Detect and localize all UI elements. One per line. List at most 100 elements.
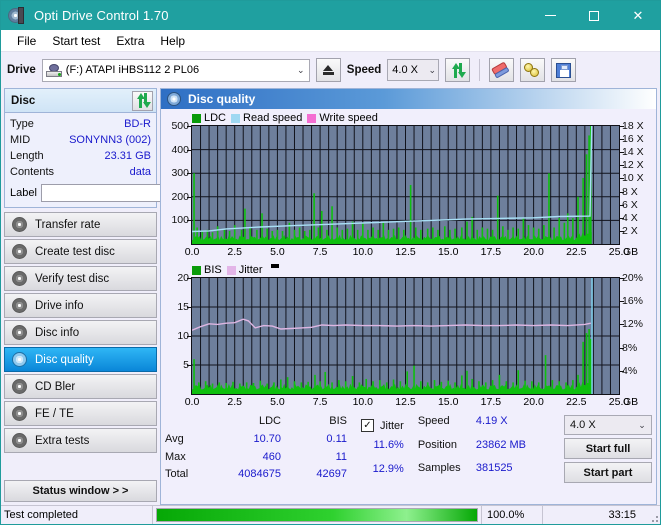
y2-tick-label: 4 X [622, 211, 638, 224]
disc-row-length: Length 23.31 GB [10, 149, 151, 164]
x-tick-label: 22.5 [566, 396, 587, 408]
y2-tick-mark [620, 204, 624, 206]
close-button[interactable]: ✕ [616, 1, 660, 30]
panel-header: Disc quality [161, 89, 656, 109]
toolbar-speed-select[interactable]: 4.0 X ⌄ [387, 59, 440, 81]
y2-tick-mark [620, 191, 624, 193]
disc-row-key: MID [10, 134, 31, 146]
eject-button[interactable] [315, 58, 341, 82]
y2-tick-label: 10 X [622, 172, 644, 185]
menu-item-help[interactable]: Help [152, 32, 193, 50]
eraser-icon [491, 60, 513, 81]
test-speed-select[interactable]: 4.0 X ⌄ [564, 415, 652, 435]
stats-row-header-total: Total [165, 468, 189, 481]
bis-plot-area[interactable] [191, 277, 620, 395]
ldc-plot-area[interactable] [191, 125, 620, 245]
sidebar-item-verify-test-disc[interactable]: Verify test disc [4, 266, 157, 291]
disc-row-value: BD-R [124, 118, 151, 130]
sidebar-item-fe-te[interactable]: FE / TE [4, 401, 157, 426]
x-tick-label: 10.0 [352, 246, 374, 258]
legend-item-bis: BIS [192, 264, 222, 276]
drive-select[interactable]: (F:) ATAPI iHBS112 2 PL06 ⌄ [41, 58, 310, 82]
save-button[interactable] [551, 58, 577, 82]
legend-marker-icon [270, 264, 279, 268]
test-controls: 4.0 X ⌄ Start full Start part [564, 415, 652, 483]
y2-tick-mark [620, 370, 624, 372]
sidebar-item-disc-info[interactable]: Disc info [4, 320, 157, 345]
legend-swatch-write-speed [307, 113, 317, 123]
statistics-panel: LDC BIS Avg 10.70 0.11 Max 460 11 Total … [161, 410, 656, 485]
sidebar-item-cd-bler[interactable]: CD Bler [4, 374, 157, 399]
position-stat-value: 23862 MB [475, 438, 526, 451]
refresh-button[interactable] [445, 58, 471, 82]
disc-icon [12, 217, 27, 232]
page-title: Disc quality [188, 92, 256, 106]
resize-grip[interactable] [648, 506, 660, 524]
disc-row-mid: MID SONYNN3 (002) [10, 133, 151, 148]
jitter-checkbox[interactable]: ✓ [361, 419, 374, 433]
y2-tick-label: 12% [622, 318, 644, 331]
x-tick-label: 25.0 [608, 246, 630, 258]
stats-ldc-total: 4084675 [238, 468, 281, 481]
toolbar-speed-value: 4.0 X [392, 64, 418, 76]
erase-button[interactable] [489, 58, 515, 82]
menu-item-file[interactable]: File [9, 32, 44, 50]
sidebar-item-drive-info[interactable]: Drive info [4, 293, 157, 318]
y2-tick-mark [620, 301, 624, 303]
stats-row-header-max: Max [165, 450, 186, 463]
ldc-x-axis: 0.0 2.5 5.0 7.5 10.0 12.5 15.0 17.5 20.0 22.5 25.0… [164, 245, 653, 260]
maximize-button[interactable] [572, 1, 616, 30]
disc-quality-icon [167, 92, 181, 106]
menu-item-start-test[interactable]: Start test [44, 32, 108, 50]
jitter-label: Jitter [380, 419, 404, 432]
stats-bis-avg: 0.11 [326, 432, 347, 445]
y2-tick-label: 8 X [622, 185, 638, 198]
disc-row-key: Contents [10, 166, 55, 178]
start-part-button[interactable]: Start part [564, 462, 652, 483]
sidebar-item-disc-quality[interactable]: Disc quality [4, 347, 157, 372]
speed-label: Speed [346, 64, 382, 76]
disc-refresh-button[interactable] [132, 90, 153, 111]
stats-ldc-avg: 10.70 [253, 432, 281, 445]
chevron-down-icon: ⌄ [638, 419, 646, 430]
start-full-button[interactable]: Start full [564, 438, 652, 459]
disc-row-type: Type BD-R [10, 117, 151, 132]
samples-stat-value: 381525 [475, 462, 513, 475]
sidebar-item-create-test-disc[interactable]: Create test disc [4, 239, 157, 264]
sidebar-item-label: Drive info [35, 299, 84, 312]
sidebar-item-transfer-rate[interactable]: Transfer rate [4, 212, 157, 237]
x-tick-label: 15.0 [437, 396, 459, 408]
chevron-down-icon: ⌄ [428, 64, 437, 75]
menu-bar: File Start test Extra Help [1, 30, 660, 52]
y2-tick-mark [620, 278, 624, 279]
x-tick-label: 7.5 [312, 396, 328, 408]
refresh-icon [450, 62, 467, 78]
y2-tick-mark [620, 217, 624, 219]
disc-tools-button[interactable] [520, 58, 546, 82]
jitter-stats: ✓ Jitter 11.6% 12.9% [361, 415, 404, 483]
x-tick-label: 20.0 [523, 396, 544, 408]
stats-jitter-avg: 11.6% [373, 439, 404, 452]
disc-row-value: 23.31 GB [104, 150, 151, 162]
disc-icon [12, 244, 27, 259]
minimize-button[interactable] [528, 1, 572, 30]
stats-col-header-ldc: LDC [258, 415, 281, 427]
drive-select-value: (F:) ATAPI iHBS112 2 PL06 [65, 64, 200, 76]
progress-percent: 100.0% [481, 506, 543, 524]
app-disc-icon [8, 6, 26, 25]
eject-icon [322, 65, 334, 75]
x-tick-label: 2.5 [227, 246, 242, 258]
window-controls: ✕ [528, 1, 660, 30]
application-window: Opti Drive Control 1.70 ✕ File Start tes… [0, 0, 661, 525]
y2-tick-mark [620, 126, 624, 127]
y2-tick-label: 14 X [622, 146, 644, 159]
x-tick-label: 2.5 [227, 396, 242, 408]
status-window-button[interactable]: Status window > > [4, 480, 157, 502]
y2-tick-label: 20% [622, 272, 644, 284]
minimize-icon [544, 15, 556, 16]
menu-item-extra[interactable]: Extra [108, 32, 152, 50]
sidebar-item-extra-tests[interactable]: Extra tests [4, 428, 157, 453]
toolbar-separator [479, 59, 481, 81]
legend-label-bis: BIS [204, 264, 222, 276]
